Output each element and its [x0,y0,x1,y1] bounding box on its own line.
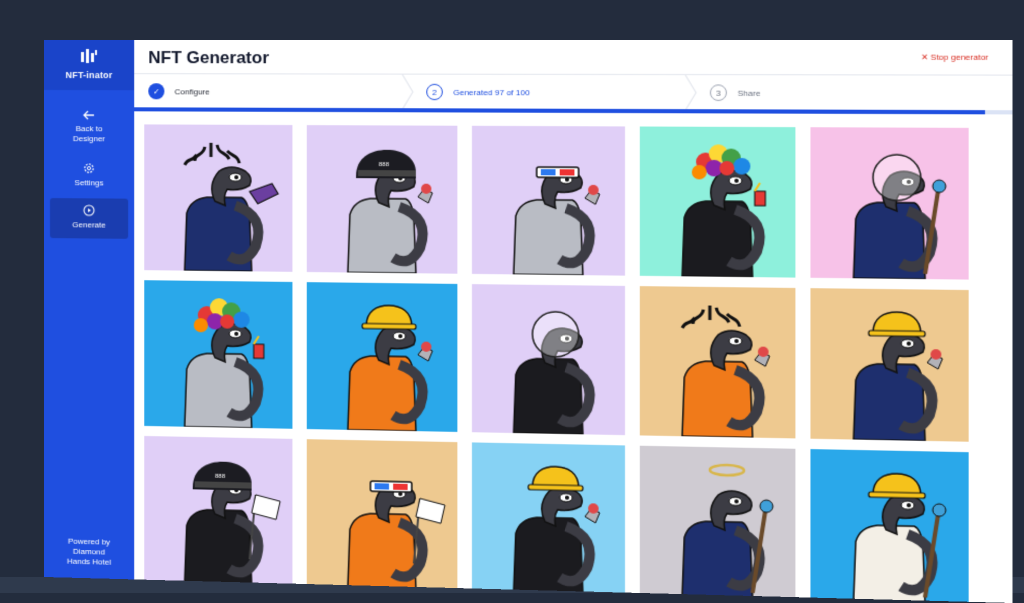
app-window: NFT-inator Back to Designer Settings Gen… [44,40,1013,603]
sidebar-item-generate[interactable]: Generate [49,198,129,239]
stop-generator-label: Stop generator [930,52,989,62]
nft-tile[interactable] [471,442,626,595]
nft-image [306,282,458,432]
check-icon: ✓ [148,83,165,100]
nft-image [471,442,626,595]
arrow-left-icon [82,110,94,120]
nft-tile[interactable] [306,282,458,432]
sidebar-item-settings[interactable]: Settings [50,162,128,193]
nft-tile[interactable] [471,125,626,276]
svg-text:888: 888 [379,162,390,168]
logo-bars-icon [80,48,97,63]
nft-image [639,286,796,439]
nft-tile[interactable] [639,126,796,278]
step-number: 2 [426,83,443,101]
nft-image [639,445,796,600]
play-circle-icon [83,204,95,216]
sidebar-item-label-line2: Designer [72,134,106,144]
nft-tile[interactable] [471,284,626,436]
nft-image [471,284,626,436]
gear-icon [84,163,94,173]
step-configure[interactable]: ✓ Configure [148,74,210,108]
step-label: Generated 97 of 100 [453,87,530,97]
close-icon: ✕ [920,52,929,62]
nft-tile[interactable] [144,124,293,272]
nft-tile[interactable] [639,286,796,439]
nft-image: 888 [306,125,458,274]
nft-tile[interactable] [810,449,969,603]
nft-image [639,126,796,278]
nft-tile[interactable]: 888 [144,435,293,586]
nft-image: 888 [144,435,293,586]
powered-by: Powered by Diamond Hands Hotel [44,536,134,568]
stepper: ✓ Configure 2 Generated 97 of 100 3 Shar… [134,73,1013,113]
nft-tile[interactable] [639,445,796,600]
nft-tile[interactable] [810,288,969,442]
nft-image [144,124,293,272]
powered-by-line2: Diamond [72,546,106,557]
sidebar-item-back-to-designer[interactable]: Back to Designer [50,110,128,152]
step-generated[interactable]: 2 Generated 97 of 100 [426,75,530,110]
chevron-divider-icon [684,75,697,110]
nft-image [810,127,969,280]
chevron-divider-icon [401,75,413,110]
nft-grid: 888 888 [144,124,1006,603]
step-share[interactable]: 3 Share [709,75,761,110]
nft-tile[interactable]: 888 [306,125,458,274]
nft-tile[interactable] [144,280,293,429]
nft-image [306,439,458,591]
nft-image [471,125,626,276]
step-label: Share [737,88,761,98]
nft-image [810,449,969,603]
nft-image [810,288,969,442]
app-name: NFT-inator [65,70,113,81]
stop-generator-button[interactable]: ✕ Stop generator [921,53,988,62]
powered-by-line3: Hands Hotel [66,556,112,567]
powered-by-line1: Powered by [67,536,111,547]
nft-image [144,280,293,429]
app-logo[interactable]: NFT-inator [44,40,135,91]
sidebar-item-label: Generate [72,220,106,230]
nft-tile[interactable] [810,127,969,280]
sidebar: NFT-inator Back to Designer Settings Gen… [44,40,135,580]
sidebar-item-label: Settings [74,178,104,188]
svg-text:888: 888 [215,474,226,480]
nft-tile[interactable] [306,439,458,591]
main-panel: NFT Generator ✕ Stop generator ✓ Configu… [134,40,1013,603]
page-title: NFT Generator [148,48,269,68]
step-label: Configure [174,86,210,96]
sidebar-item-label: Back to [75,124,103,134]
step-number: 3 [709,84,727,102]
